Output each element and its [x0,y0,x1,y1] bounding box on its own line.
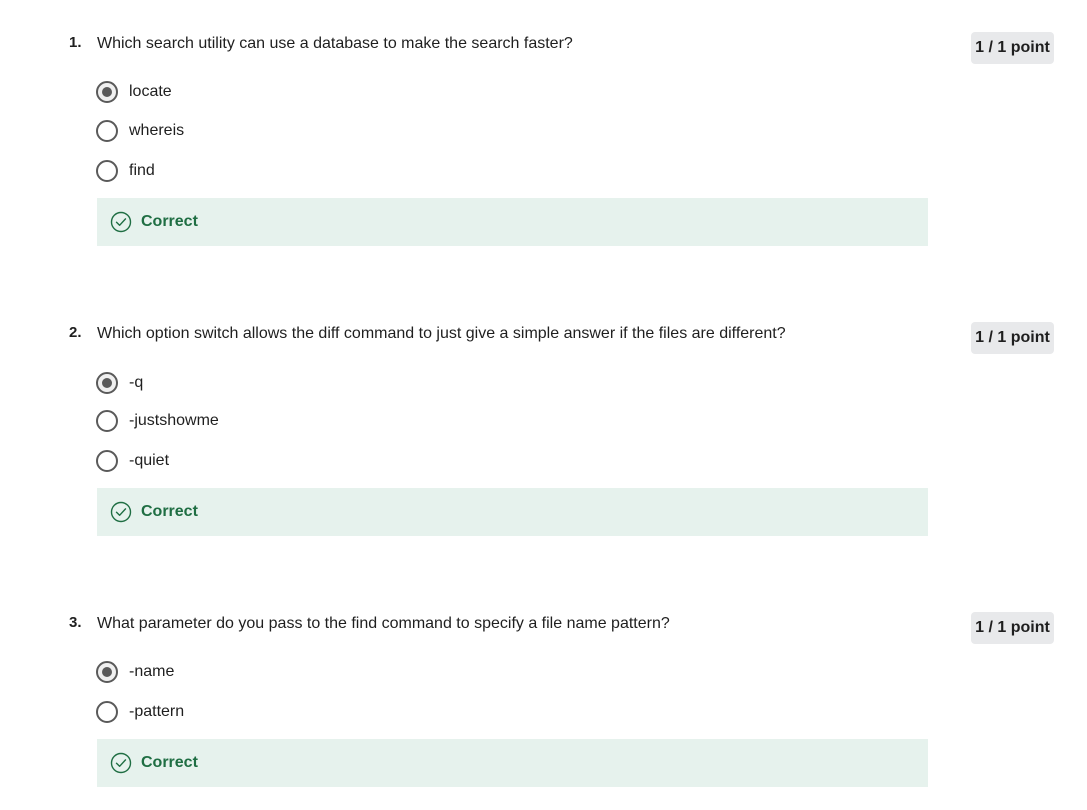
check-circle-icon [110,752,132,774]
option-radio[interactable]: find [96,159,155,183]
radio-button[interactable] [96,701,118,723]
question-number: 2. [69,324,82,341]
option-label: locate [129,83,172,100]
option-radio[interactable]: whereis [96,119,184,143]
option-radio[interactable]: -justshowme [96,409,219,433]
feedback-label: Correct [141,503,198,520]
question-text: What parameter do you pass to the find c… [97,615,670,632]
points-badge: 1 / 1 point [971,32,1054,64]
option-radio[interactable]: -q [96,371,143,395]
points-badge: 1 / 1 point [971,322,1054,354]
option-label: -justshowme [129,412,219,429]
check-circle-icon [110,211,132,233]
question-number: 3. [69,614,82,631]
question-number: 1. [69,34,82,51]
radio-button-selected[interactable] [96,81,118,103]
option-label: -q [129,374,144,391]
radio-button[interactable] [96,120,118,142]
feedback-label: Correct [141,754,198,771]
correct-feedback: Correct [97,198,928,246]
question-text: Which option switch allows the diff comm… [97,325,786,342]
option-label: find [129,162,155,179]
feedback-label: Correct [141,213,198,230]
option-label: whereis [129,122,185,139]
correct-feedback: Correct [97,488,928,536]
radio-button[interactable] [96,160,118,182]
quiz-results: 1. Which search utility can use a databa… [0,0,1087,810]
points-badge: 1 / 1 point [971,612,1054,644]
option-label: -quiet [129,452,170,469]
option-label: -pattern [129,703,185,720]
option-radio[interactable]: locate [96,80,172,104]
option-label: -name [129,663,175,680]
option-radio[interactable]: -pattern [96,700,184,724]
option-radio[interactable]: -name [96,660,174,684]
question-text: Which search utility can use a database … [97,35,573,52]
correct-feedback: Correct [97,739,928,787]
radio-button-selected[interactable] [96,661,118,683]
radio-button[interactable] [96,450,118,472]
check-circle-icon [110,501,132,523]
option-radio[interactable]: -quiet [96,449,169,473]
radio-button-selected[interactable] [96,372,118,394]
radio-button[interactable] [96,410,118,432]
